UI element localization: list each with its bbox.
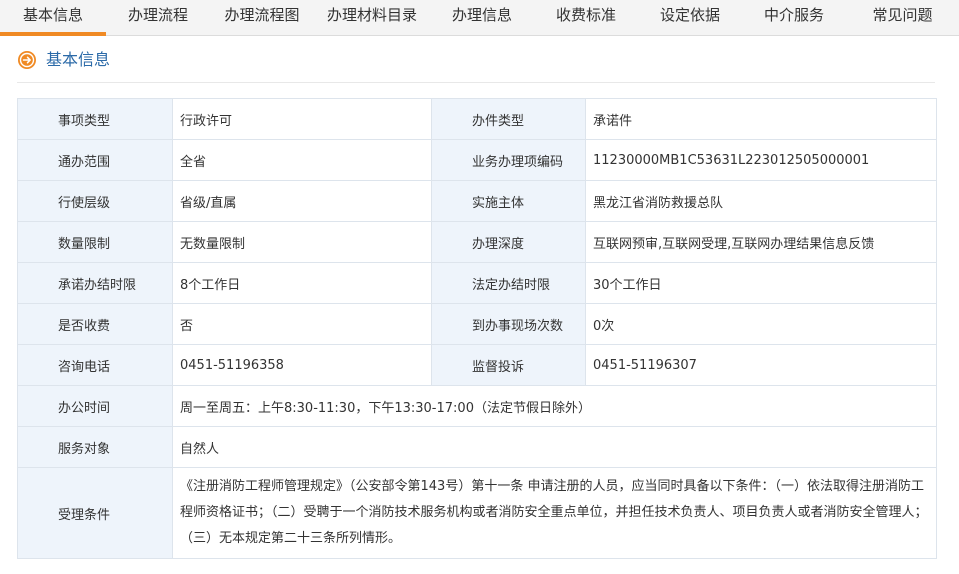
table-row: 咨询电话 0451-51196358 监督投诉 0451-51196307	[17, 344, 937, 386]
value-service-target: 自然人	[172, 426, 937, 468]
tab-materials[interactable]: 办理材料目录	[314, 0, 430, 34]
label-implementer: 实施主体	[431, 180, 586, 222]
label-conditions: 受理条件	[17, 467, 173, 559]
basic-info-table: 事项类型 行政许可 办件类型 承诺件 通办范围 全省 业务办理项编码 11230…	[17, 98, 937, 559]
value-level: 省级/直属	[172, 180, 432, 222]
table-row: 服务对象 自然人	[17, 426, 937, 468]
tab-handling-info[interactable]: 办理信息	[430, 0, 534, 34]
value-office-hours: 周一至周五：上午8:30-11:30，下午13:30-17:00（法定节假日除外…	[172, 385, 937, 427]
tab-bar: 基本信息 办理流程 办理流程图 办理材料目录 办理信息 收费标准 设定依据 中介…	[0, 0, 959, 36]
label-item-type: 事项类型	[17, 98, 173, 140]
value-implementer: 黑龙江省消防救援总队	[585, 180, 937, 222]
section-title: 基本信息	[46, 50, 111, 69]
tab-fees[interactable]: 收费标准	[534, 0, 638, 34]
label-promised-time: 承诺办结时限	[17, 262, 173, 304]
value-quantity-limit: 无数量限制	[172, 221, 432, 263]
table-row: 通办范围 全省 业务办理项编码 11230000MB1C53631L223012…	[17, 139, 937, 181]
tab-process[interactable]: 办理流程	[106, 0, 210, 34]
value-complaint: 0451-51196307	[585, 344, 937, 386]
tab-faq[interactable]: 常见问题	[846, 0, 959, 34]
value-legal-time: 30个工作日	[585, 262, 937, 304]
value-visits: 0次	[585, 303, 937, 345]
value-case-type: 承诺件	[585, 98, 937, 140]
table-row: 办公时间 周一至周五：上午8:30-11:30，下午13:30-17:00（法定…	[17, 385, 937, 427]
table-row: 行使层级 省级/直属 实施主体 黑龙江省消防救援总队	[17, 180, 937, 222]
label-fee: 是否收费	[17, 303, 173, 345]
tab-process-chart[interactable]: 办理流程图	[210, 0, 314, 34]
value-item-code: 11230000MB1C53631L223012505000001	[585, 139, 937, 181]
table-row: 数量限制 无数量限制 办理深度 互联网预审,互联网受理,互联网办理结果信息反馈	[17, 221, 937, 263]
value-conditions: 《注册消防工程师管理规定》（公安部令第143号）第十一条 申请注册的人员，应当同…	[172, 467, 937, 559]
label-office-hours: 办公时间	[17, 385, 173, 427]
label-level: 行使层级	[17, 180, 173, 222]
value-scope: 全省	[172, 139, 432, 181]
value-consult-phone: 0451-51196358	[172, 344, 432, 386]
table-row: 受理条件 《注册消防工程师管理规定》（公安部令第143号）第十一条 申请注册的人…	[17, 467, 937, 559]
section-divider	[17, 82, 935, 83]
value-promised-time: 8个工作日	[172, 262, 432, 304]
table-row: 是否收费 否 到办事现场次数 0次	[17, 303, 937, 345]
tab-agency-service[interactable]: 中介服务	[742, 0, 846, 34]
tab-basic-info[interactable]: 基本信息	[0, 0, 106, 34]
label-item-code: 业务办理项编码	[431, 139, 586, 181]
tab-legal-basis[interactable]: 设定依据	[638, 0, 742, 34]
label-legal-time: 法定办结时限	[431, 262, 586, 304]
value-fee: 否	[172, 303, 432, 345]
label-quantity-limit: 数量限制	[17, 221, 173, 263]
value-item-type: 行政许可	[172, 98, 432, 140]
label-case-type: 办件类型	[431, 98, 586, 140]
label-consult-phone: 咨询电话	[17, 344, 173, 386]
label-scope: 通办范围	[17, 139, 173, 181]
label-visits: 到办事现场次数	[431, 303, 586, 345]
label-complaint: 监督投诉	[431, 344, 586, 386]
active-tab-indicator	[0, 32, 106, 36]
value-handling-depth: 互联网预审,互联网受理,互联网办理结果信息反馈	[585, 221, 937, 263]
circle-arrow-right-icon	[18, 51, 36, 69]
label-service-target: 服务对象	[17, 426, 173, 468]
label-handling-depth: 办理深度	[431, 221, 586, 263]
table-row: 事项类型 行政许可 办件类型 承诺件	[17, 98, 937, 140]
table-row: 承诺办结时限 8个工作日 法定办结时限 30个工作日	[17, 262, 937, 304]
